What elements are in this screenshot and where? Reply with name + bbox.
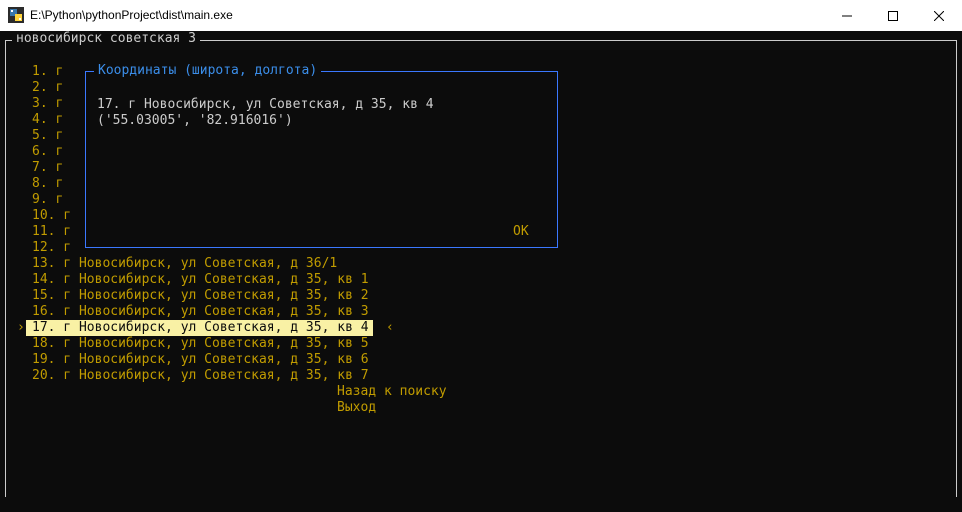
result-item[interactable]: 20. г Новосибирск, ул Советская, д 35, к… — [32, 368, 369, 384]
dialog-coordinates: ('55.03005', '82.916016') — [97, 113, 293, 128]
result-item[interactable]: 5. г — [32, 128, 63, 144]
result-item[interactable]: 13. г Новосибирск, ул Советская, д 36/1 — [32, 256, 337, 272]
python-exe-icon — [8, 7, 24, 23]
maximize-icon — [888, 10, 898, 21]
result-item[interactable]: 7. г — [32, 160, 63, 176]
window-title: E:\Python\pythonProject\dist\main.exe — [30, 8, 233, 22]
result-item[interactable]: 1. г — [32, 64, 63, 80]
result-item[interactable]: 8. г — [32, 176, 63, 192]
result-item[interactable]: 16. г Новосибирск, ул Советская, д 35, к… — [32, 304, 369, 320]
window-titlebar[interactable]: E:\Python\pythonProject\dist\main.exe — [0, 0, 962, 32]
result-item[interactable]: 11. г — [32, 224, 71, 240]
selection-left-marker: › — [17, 320, 25, 335]
result-item[interactable]: 9. г — [32, 192, 63, 208]
close-button[interactable] — [916, 0, 962, 31]
console-area: новосибирск советская 3 1. г 2. г 3. г 4… — [0, 31, 962, 512]
result-item[interactable]: 12. г — [32, 240, 71, 256]
result-item[interactable]: 19. г Новосибирск, ул Советская, д 35, к… — [32, 352, 369, 368]
maximize-button[interactable] — [870, 0, 916, 31]
result-item-selected[interactable]: 17. г Новосибирск, ул Советская, д 35, к… — [26, 320, 373, 336]
result-item[interactable]: 3. г — [32, 96, 63, 112]
result-item[interactable]: 18. г Новосибирск, ул Советская, д 35, к… — [32, 336, 369, 352]
coordinates-dialog: Координаты (широта, долгота) 17. г Новос… — [85, 63, 558, 248]
result-item[interactable]: 6. г — [32, 144, 63, 160]
minimize-button[interactable] — [824, 0, 870, 31]
search-query-title: новосибирск советская 3 — [12, 31, 201, 47]
result-item[interactable]: 4. г — [32, 112, 63, 128]
result-item[interactable]: 10. г — [32, 208, 71, 224]
result-item[interactable]: 2. г — [32, 80, 63, 96]
result-item[interactable]: 15. г Новосибирск, ул Советская, д 35, к… — [32, 288, 369, 304]
dialog-address: 17. г Новосибирск, ул Советская, д 35, к… — [97, 97, 434, 112]
back-to-search-button[interactable]: Назад к поиску — [337, 384, 447, 400]
selection-right-marker: ‹ — [386, 320, 394, 335]
minimize-icon — [842, 15, 852, 16]
dialog-title: Координаты (широта, долгота) — [94, 63, 322, 79]
exit-button[interactable]: Выход — [337, 400, 376, 416]
close-icon — [934, 10, 944, 21]
ok-button[interactable]: OK — [513, 224, 529, 240]
result-item[interactable]: 14. г Новосибирск, ул Советская, д 35, к… — [32, 272, 369, 288]
